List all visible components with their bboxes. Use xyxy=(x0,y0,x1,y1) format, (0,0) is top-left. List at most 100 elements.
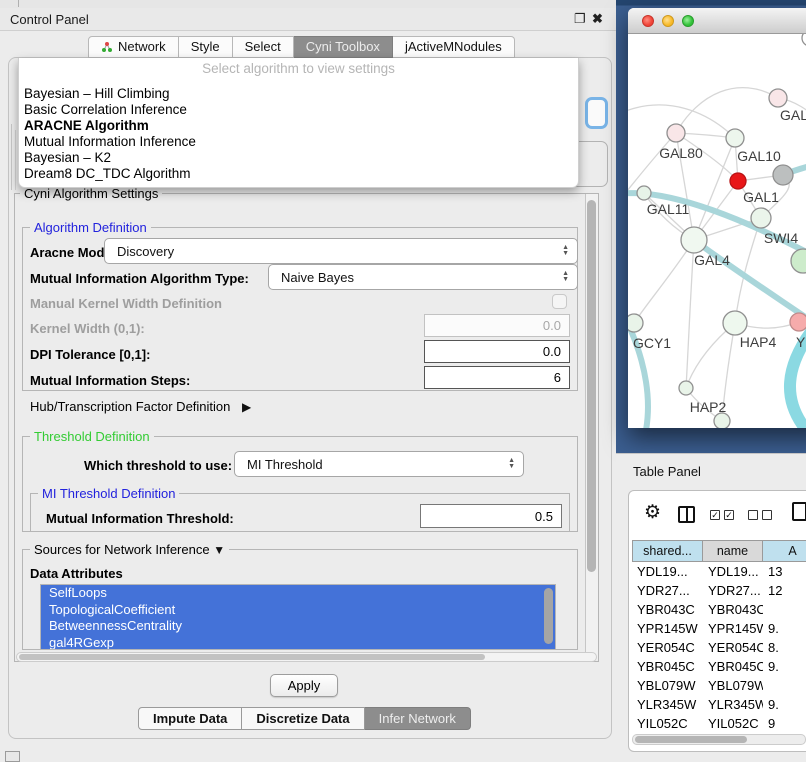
minimize-traffic-light-icon[interactable] xyxy=(662,15,674,27)
table-row[interactable]: YPR145WYPR145W9. xyxy=(632,619,806,638)
attribute-item[interactable]: TopologicalCoefficient xyxy=(41,602,555,619)
close-panel-icon[interactable]: ✖ xyxy=(592,10,603,28)
table-hscrollbar-track[interactable] xyxy=(632,734,806,745)
top-strip xyxy=(0,0,620,8)
column-header-cut[interactable]: A xyxy=(763,540,806,562)
which-threshold-combo[interactable]: MI Threshold ▲▼ xyxy=(234,451,524,477)
column-header-shared[interactable]: shared... xyxy=(632,540,703,562)
mi-steps-field[interactable] xyxy=(424,366,570,389)
mi-type-label: Mutual Information Algorithm Type: xyxy=(30,271,249,286)
close-traffic-light-icon[interactable] xyxy=(642,15,654,27)
focused-widget-remnant[interactable] xyxy=(585,97,608,129)
node-label-swi4: SWI4 xyxy=(764,230,798,246)
node-label-gal11: GAL11 xyxy=(647,201,690,217)
algorithm-definition-title: Algorithm Definition xyxy=(30,220,151,235)
network-canvas[interactable]: GAL80 GAL10 GAL1 GAL11 SWI4 GAL4 GCY1 HA… xyxy=(628,34,806,428)
settings-hscrollbar-thumb[interactable] xyxy=(19,654,485,660)
mi-threshold-label: Mutual Information Threshold: xyxy=(46,511,234,526)
settings-hscrollbar-track[interactable] xyxy=(16,652,597,662)
table-row[interactable]: YDL19...YDL19...13 xyxy=(632,562,806,581)
table-row[interactable]: YDR27...YDR27...12 xyxy=(632,581,806,600)
threshold-definition-title: Threshold Definition xyxy=(30,429,154,444)
node-label-gal10: GAL10 xyxy=(737,148,781,164)
tab-style-label: Style xyxy=(191,37,220,57)
hub-definition-toggle[interactable]: Hub/Transcription Factor Definition ▶ xyxy=(30,399,251,414)
expand-right-icon: ▶ xyxy=(242,400,251,414)
unchecked-box-icon xyxy=(748,510,758,520)
table-row[interactable]: YER054CYER054C8. xyxy=(632,638,806,657)
dropdown-item[interactable]: Dream8 DC_TDC Algorithm xyxy=(22,166,575,182)
expand-down-icon: ▼ xyxy=(213,543,225,557)
groupbox-remnant-line xyxy=(11,124,12,190)
table-rows[interactable]: YDL19...YDL19...13 YDR27...YDR27...12 YB… xyxy=(632,562,806,730)
stepper-icon: ▲▼ xyxy=(508,458,515,470)
stepper-icon: ▲▼ xyxy=(562,245,569,257)
document-icon[interactable] xyxy=(792,502,806,521)
attributes-scrollbar[interactable] xyxy=(544,588,553,644)
gear-icon[interactable]: ⚙ xyxy=(644,502,661,524)
table-row[interactable]: YLR345WYLR345W9. xyxy=(632,695,806,714)
node-label-hap4: HAP4 xyxy=(740,334,777,350)
dropdown-item[interactable]: Bayesian – K2 xyxy=(22,150,575,166)
network-graph: GAL80 GAL10 GAL1 GAL11 SWI4 GAL4 GCY1 HA… xyxy=(628,34,806,428)
unchecked-box-icon xyxy=(762,510,772,520)
table-row[interactable]: YIL052CYIL052C9 xyxy=(632,714,806,730)
float-panel-icon[interactable]: ❐ xyxy=(574,10,586,28)
zoom-traffic-light-icon[interactable] xyxy=(682,15,694,27)
attribute-item[interactable]: gal4RGexp xyxy=(41,635,555,651)
node-label-gal4: GAL4 xyxy=(694,252,730,268)
hub-definition-label: Hub/Transcription Factor Definition xyxy=(30,399,230,414)
mi-type-combo[interactable]: Naive Bayes ▲▼ xyxy=(268,264,578,290)
dropdown-item[interactable]: Basic Correlation Inference xyxy=(22,102,575,118)
tab-select-label: Select xyxy=(245,37,281,57)
table-header-row: shared... name A xyxy=(632,540,806,562)
mi-threshold-group-title: MI Threshold Definition xyxy=(38,486,179,501)
split-columns-icon[interactable] xyxy=(678,506,695,523)
apply-button[interactable]: Apply xyxy=(270,674,338,697)
table-row[interactable]: YBR045CYBR045C9. xyxy=(632,657,806,676)
tab-infer-network[interactable]: Infer Network xyxy=(365,707,471,730)
tab-network[interactable]: Network xyxy=(88,36,179,58)
dropdown-item-selected[interactable]: ARACNE Algorithm xyxy=(22,118,575,134)
which-threshold-value: MI Threshold xyxy=(247,457,323,472)
network-window-titlebar[interactable] xyxy=(628,8,806,34)
node-label-gal-cut: GAL xyxy=(780,107,806,123)
algorithm-dropdown-popup: Select algorithm to view settings Bayesi… xyxy=(18,58,579,188)
show-columns-icon[interactable]: ✓ ✓ xyxy=(710,510,734,520)
tab-impute-data[interactable]: Impute Data xyxy=(138,707,242,730)
tab-cyni-toolbox[interactable]: Cyni Toolbox xyxy=(294,36,393,58)
checked-box-icon: ✓ xyxy=(724,510,734,520)
tab-discretize-data[interactable]: Discretize Data xyxy=(242,707,364,730)
aracne-mode-value: Discovery xyxy=(117,244,174,259)
top-strip-divider xyxy=(18,0,19,7)
column-header-name[interactable]: name xyxy=(703,540,763,562)
manual-kernel-label: Manual Kernel Width Definition xyxy=(30,296,222,311)
dpi-tolerance-field[interactable] xyxy=(424,340,570,363)
dpi-tolerance-label: DPI Tolerance [0,1]: xyxy=(30,347,150,362)
manual-kernel-checkbox[interactable] xyxy=(552,294,567,309)
data-attributes-list[interactable]: SelfLoops TopologicalCoefficient Between… xyxy=(40,584,556,650)
mi-threshold-field[interactable] xyxy=(420,504,562,528)
tab-select[interactable]: Select xyxy=(233,36,294,58)
settings-vscrollbar-thumb[interactable] xyxy=(587,200,596,572)
node-label-gal1: GAL1 xyxy=(743,189,779,205)
table-row[interactable]: YBL079WYBL079W xyxy=(632,676,806,695)
dropdown-item[interactable]: Mutual Information Inference xyxy=(22,134,575,150)
screen: Control Panel ❐ ✖ Network Style Select C… xyxy=(0,0,806,762)
tab-style[interactable]: Style xyxy=(179,36,233,58)
tab-jactivemnodules[interactable]: jActiveMNodules xyxy=(393,36,515,58)
attribute-item[interactable]: BetweennessCentrality xyxy=(41,618,555,635)
hide-columns-icon[interactable] xyxy=(748,510,772,520)
node-label-gcy1: GCY1 xyxy=(633,335,671,351)
table-row[interactable]: YBR043CYBR043C xyxy=(632,600,806,619)
node-label-gal80: GAL80 xyxy=(659,145,703,161)
sources-toggle[interactable]: Sources for Network Inference ▼ xyxy=(30,542,229,557)
aracne-mode-combo[interactable]: Discovery ▲▼ xyxy=(104,238,578,264)
attribute-item[interactable]: SelfLoops xyxy=(41,585,555,602)
groupbox-remnant-line xyxy=(15,130,16,190)
tab-cyni-toolbox-label: Cyni Toolbox xyxy=(306,37,380,57)
which-threshold-label: Which threshold to use: xyxy=(84,458,232,473)
dropdown-item[interactable]: Bayesian – Hill Climbing xyxy=(22,86,575,102)
table-hscrollbar-thumb[interactable] xyxy=(635,736,747,743)
kernel-width-field[interactable] xyxy=(424,314,570,337)
